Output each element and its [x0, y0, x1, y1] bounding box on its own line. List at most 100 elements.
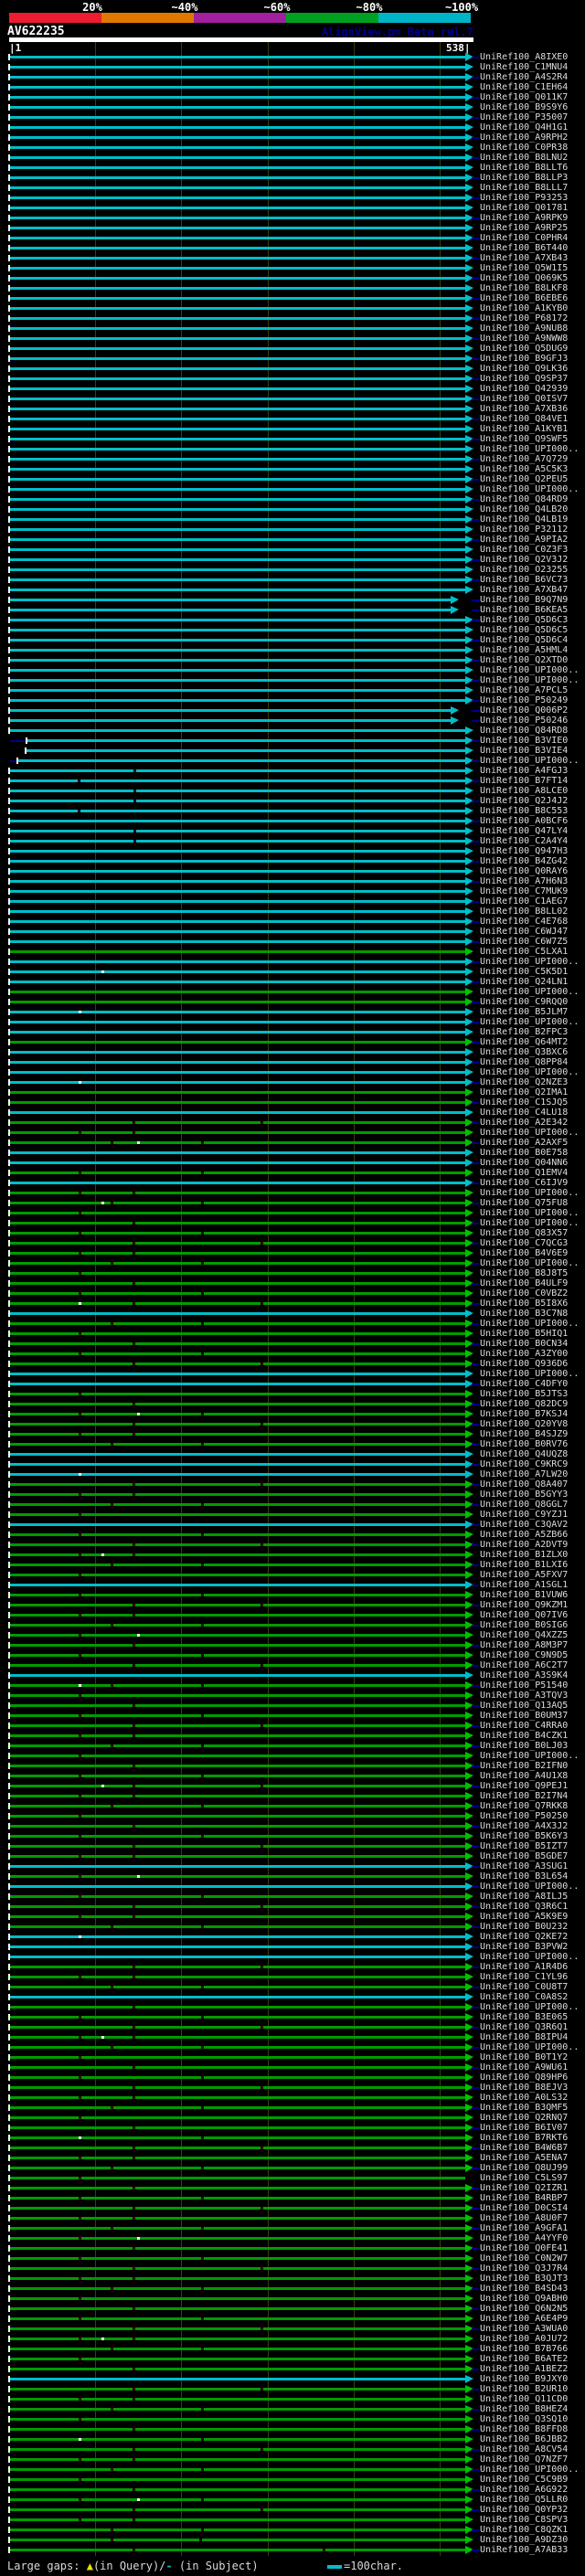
- hit-label[interactable]: UniRef100_B8C553: [480, 806, 568, 816]
- hit-bar[interactable]: [10, 669, 465, 672]
- alignment-row[interactable]: UniRef100_B1ZLX0: [0, 1550, 585, 1560]
- hit-label[interactable]: UniRef100_Q8A407: [480, 1479, 568, 1489]
- hit-label[interactable]: UniRef100_A9PIA2: [480, 535, 568, 545]
- alignment-row[interactable]: UniRef100_B0T1Y2: [0, 2052, 585, 2062]
- alignment-row[interactable]: UniRef100_UPI000..: [0, 756, 585, 766]
- alignment-row[interactable]: UniRef100_C6W7Z5: [0, 937, 585, 947]
- alignment-row[interactable]: UniRef100_B5JLM7: [0, 1007, 585, 1017]
- hit-bar[interactable]: [10, 347, 465, 350]
- hit-bar[interactable]: [10, 1986, 465, 1988]
- hit-label[interactable]: UniRef100_Q947H3: [480, 846, 568, 856]
- alignment-row[interactable]: UniRef100_A8LCE0: [0, 786, 585, 796]
- hit-label[interactable]: UniRef100_C6W7Z5: [480, 937, 568, 947]
- hit-bar[interactable]: [10, 1523, 465, 1526]
- alignment-row[interactable]: UniRef100_A9NUB8: [0, 323, 585, 334]
- hit-label[interactable]: UniRef100_B7FT14: [480, 776, 568, 786]
- hit-label[interactable]: UniRef100_P50246: [480, 716, 568, 726]
- hit-bar[interactable]: [26, 749, 465, 752]
- alignment-row[interactable]: UniRef100_A0BCF6: [0, 816, 585, 826]
- alignment-row[interactable]: UniRef100_B2IFN0: [0, 1761, 585, 1771]
- hit-bar[interactable]: [10, 1111, 465, 1114]
- alignment-row[interactable]: UniRef100_UPI000..: [0, 1218, 585, 1228]
- hit-label[interactable]: UniRef100_Q7NZF7: [480, 2454, 568, 2465]
- alignment-row[interactable]: UniRef100_D0CSI4: [0, 2203, 585, 2213]
- hit-bar[interactable]: [10, 860, 465, 863]
- hit-bar[interactable]: [10, 1121, 465, 1124]
- hit-label[interactable]: UniRef100_B7KSJ4: [480, 1409, 568, 1419]
- hit-label[interactable]: UniRef100_B1ZLX0: [480, 1550, 568, 1560]
- hit-label[interactable]: UniRef100_B3VIE4: [480, 746, 568, 756]
- hit-label[interactable]: UniRef100_Q0YP32: [480, 2505, 568, 2515]
- alignment-row[interactable]: UniRef100_A3WUA0: [0, 2324, 585, 2334]
- hit-bar[interactable]: [10, 1312, 465, 1315]
- hit-label[interactable]: UniRef100_Q2J4J2: [480, 796, 568, 806]
- hit-bar[interactable]: [10, 2327, 465, 2330]
- hit-bar[interactable]: [10, 820, 465, 822]
- hit-label[interactable]: UniRef100_UPI000..: [480, 756, 579, 766]
- hit-label[interactable]: UniRef100_C4LU18: [480, 1108, 568, 1118]
- alignment-row[interactable]: UniRef100_Q89HP6: [0, 2072, 585, 2083]
- alignment-row[interactable]: UniRef100_Q9LK36: [0, 364, 585, 374]
- alignment-row[interactable]: UniRef100_A1R4D6: [0, 1962, 585, 1972]
- alignment-row[interactable]: UniRef100_B9JXY0: [0, 2374, 585, 2384]
- hit-bar[interactable]: [10, 428, 465, 430]
- alignment-row[interactable]: UniRef100_Q11CD0: [0, 2394, 585, 2404]
- hit-bar[interactable]: [10, 2106, 465, 2109]
- hit-label[interactable]: UniRef100_B5JLM7: [480, 1007, 568, 1017]
- hit-bar[interactable]: [10, 729, 465, 732]
- alignment-row[interactable]: UniRef100_Q64MT2: [0, 1037, 585, 1047]
- hit-label[interactable]: UniRef100_A4U1X8: [480, 1771, 568, 1781]
- hit-bar[interactable]: [10, 2488, 465, 2491]
- alignment-row[interactable]: UniRef100_A4X3J2: [0, 1821, 585, 1831]
- hit-label[interactable]: UniRef100_B6IV07: [480, 2123, 568, 2133]
- alignment-row[interactable]: UniRef100_B8FFD8: [0, 2424, 585, 2434]
- alignment-row[interactable]: UniRef100_B6IV07: [0, 2123, 585, 2133]
- hit-label[interactable]: UniRef100_A5HML4: [480, 645, 568, 655]
- hit-bar[interactable]: [10, 870, 465, 873]
- hit-label[interactable]: UniRef100_Q2V3J2: [480, 555, 568, 565]
- hit-bar[interactable]: [10, 106, 465, 109]
- hit-label[interactable]: UniRef100_B9GFJ3: [480, 354, 568, 364]
- alignment-row[interactable]: UniRef100_UPI000..: [0, 1751, 585, 1761]
- hit-bar[interactable]: [10, 1704, 465, 1707]
- hit-bar[interactable]: [10, 1031, 465, 1034]
- alignment-row[interactable]: UniRef100_B8J8T5: [0, 1268, 585, 1278]
- hit-label[interactable]: UniRef100_Q9SWF5: [480, 434, 568, 444]
- hit-bar[interactable]: [10, 327, 465, 330]
- hit-label[interactable]: UniRef100_B8LL02: [480, 906, 568, 917]
- hit-bar[interactable]: [10, 1202, 465, 1204]
- hit-label[interactable]: UniRef100_B0LJ03: [480, 1741, 568, 1751]
- alignment-row[interactable]: UniRef100_Q0YP32: [0, 2505, 585, 2515]
- hit-label[interactable]: UniRef100_A3WUA0: [480, 2324, 568, 2334]
- hit-bar[interactable]: [10, 418, 465, 420]
- hit-bar[interactable]: [10, 1182, 465, 1184]
- hit-bar[interactable]: [10, 1966, 465, 1968]
- hit-bar[interactable]: [10, 1071, 465, 1074]
- hit-label[interactable]: UniRef100_A7LW20: [480, 1469, 568, 1479]
- alignment-row[interactable]: UniRef100_UPI000..: [0, 2465, 585, 2475]
- hit-bar[interactable]: [10, 1423, 465, 1426]
- hit-bar[interactable]: [10, 1282, 465, 1285]
- hit-label[interactable]: UniRef100_A9DZ30: [480, 2535, 568, 2545]
- hit-label[interactable]: UniRef100_Q01781: [480, 203, 568, 213]
- alignment-row[interactable]: UniRef100_C1YL96: [0, 1972, 585, 1982]
- alignment-row[interactable]: UniRef100_B3C7N8: [0, 1309, 585, 1319]
- alignment-row[interactable]: UniRef100_C1AEG7: [0, 896, 585, 906]
- hit-label[interactable]: UniRef100_A5C5K3: [480, 464, 568, 474]
- hit-label[interactable]: UniRef100_C9KRC9: [480, 1459, 568, 1469]
- hit-bar[interactable]: [10, 408, 465, 410]
- hit-label[interactable]: UniRef100_Q011K7: [480, 92, 568, 102]
- alignment-row[interactable]: UniRef100_B8HEZ4: [0, 2404, 585, 2414]
- hit-label[interactable]: UniRef100_UPI000..: [480, 1218, 579, 1228]
- alignment-row[interactable]: UniRef100_B4ZG42: [0, 856, 585, 866]
- alignment-row[interactable]: UniRef100_UPI000..: [0, 2002, 585, 2012]
- alignment-row[interactable]: UniRef100_B0RV76: [0, 1439, 585, 1449]
- hit-bar[interactable]: [10, 1885, 465, 1888]
- hit-bar[interactable]: [10, 1483, 465, 1486]
- hit-bar[interactable]: [10, 1262, 465, 1265]
- hit-bar[interactable]: [10, 588, 465, 591]
- hit-label[interactable]: UniRef100_C0PR38: [480, 143, 568, 153]
- hit-label[interactable]: UniRef100_A8CV54: [480, 2444, 568, 2454]
- alignment-row[interactable]: UniRef100_Q9SWF5: [0, 434, 585, 444]
- alignment-row[interactable]: UniRef100_Q2J4J2: [0, 796, 585, 806]
